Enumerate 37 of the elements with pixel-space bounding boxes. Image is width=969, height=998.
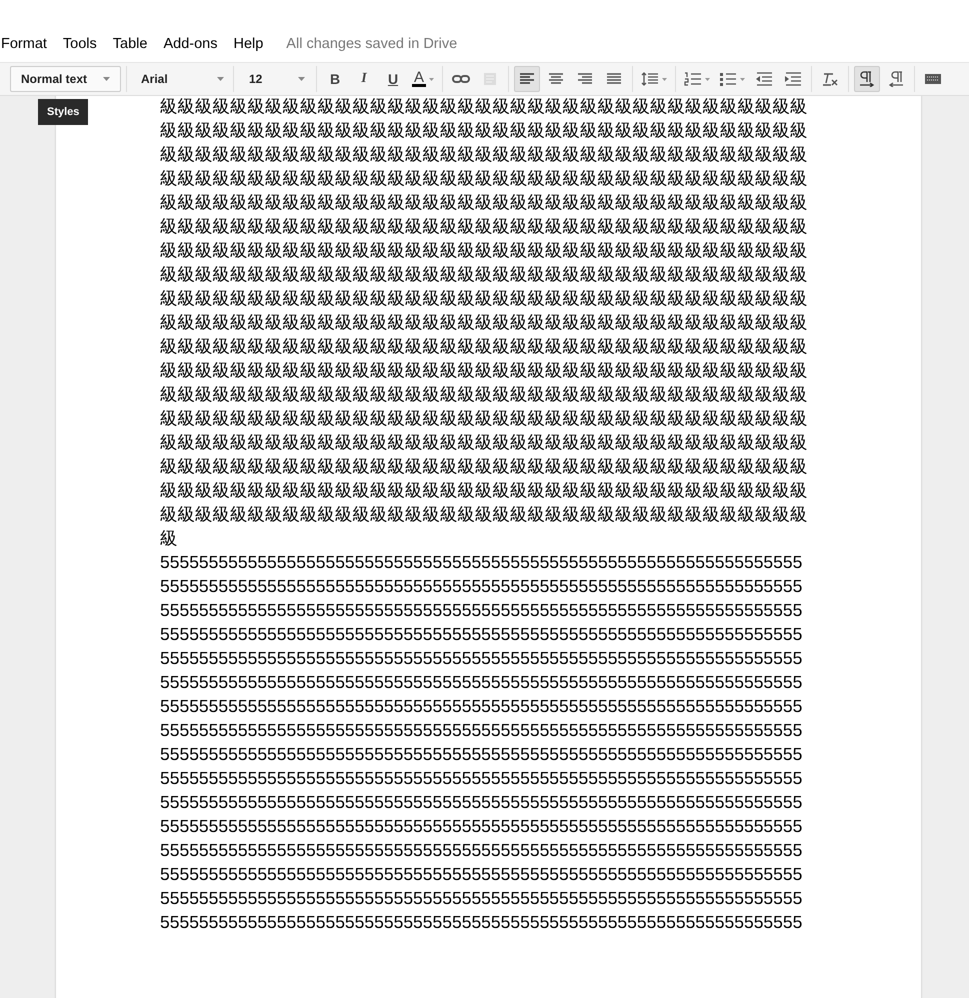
rtl-icon <box>887 71 906 87</box>
caret-icon <box>705 78 710 80</box>
paragraph: 級級級級級級級級級級級級級級級級級級級級級級級級級級級級級級級級級級級級級 級級級級級級級級級級級級級級級級級級級級級級級級級級級級級級級級級級級級級 級級級級級級級級級級級級級級級級級級級級級級級級級級級級級級級級級級級級級 級級級級級級級級級級級級級級級級級級級級級級級級級級級級級級級級級級級級級 級級級級級級級級級級級級級級級級級級級級級級級級級級級級級級級級級級級級級 級級級級級級級級級級級級級級級級級級級級級級級級級級級級級級級級級級級級級 級級級級級級級級級級級級級級級級級級級級級級級級級級級級級級級級級級級級級 級級級級級級級級級級級級級級級級級級級級級級級級級級級級級級級級級級級級級 級級級級級級級級級級級級級級級級級級級級級級級級級級級級級級級級級級級級級 級級級級級級級級級級級級級級級級級級級級級級級級級級級級級級級級級級級級級 級級級級級級級級級級級級級級級級級級級級級級級級級級級級級級級級級級級級級 級級級級級級級級級級級級級級級級級級級級級級級級級級級級級級級級級級級級級 級級級級級級級級級級級級級級級級級級級級級級級級級級級級級級級級級級級級級 級級級級級級級級級級級級級級級級級級級級級級級級級級級級級級級級級級級級級 級級級級級級級級級級級級級級級級級級級級級級級級級級級級級級級級級級級級級 級級級級級級級級級級級級級級級級級級級級級級級級級級級級級級級級級級級級級 級級級級級級級級級級級級級級級級級級級級級級級級級級級級級級級級級級級級級 級級級級級級級級級級級級級級級級級級級級級級級級級級級級級級級級級級級級級 級 <box>160 96 808 550</box>
caret-icon <box>662 78 668 80</box>
align-left-icon <box>518 71 536 87</box>
caret-icon <box>429 78 434 80</box>
align-left-button[interactable] <box>514 66 540 92</box>
numbered-list-icon <box>684 71 702 87</box>
menu-item[interactable]: Format <box>1 36 55 52</box>
bold-button[interactable]: B <box>322 66 348 92</box>
save-status: All changes saved in Drive <box>286 36 458 52</box>
line-spacing-icon <box>641 71 660 87</box>
caret-icon <box>217 77 224 81</box>
indent-icon <box>784 71 802 87</box>
italic-button[interactable]: I <box>351 66 377 92</box>
tooltip: Styles <box>38 99 88 125</box>
keyboard-icon <box>924 71 942 87</box>
caret-icon <box>103 77 110 81</box>
font-dropdown[interactable]: Arial <box>132 66 228 92</box>
align-right-icon <box>576 71 594 87</box>
ltr-icon <box>858 71 876 87</box>
font-size-dropdown[interactable]: 12 <box>239 66 311 92</box>
paragraph: 555555555555555555555555555555555555555555555555555555555555555555 555555555555555555555555555555555555555555555555555555555555555555 555555555555555555555555555555555555555555555555555555555555555555 555555555555555555555555555555555555555555555555555555555555555555 555555555555555555555555555555555555555555555555555555555555555555 555555555555555555555555555555555555555555555555555555555555555555 555555555555555555555555555555555555555555555555555555555555555555 555555555555555555555555555555555555555555555555555555555555555555 555555555555555555555555555555555555555555555555555555555555555555 555555555555555555555555555555555555555555555555555555555555555555 555555555555555555555555555555555555555555555555555555555555555555 555555555555555555555555555555555555555555555555555555555555555555 555555555555555555555555555555555555555555555555555555555555555555 555555555555555555555555555555555555555555555555555555555555555555 555555555555555555555555555555555555555555555555555555555555555555 555555555555555555555555555555555555555555555555555555555555555555 <box>160 551 804 934</box>
align-center-icon <box>547 71 566 87</box>
text-color-button[interactable]: A <box>409 66 438 92</box>
menu-item[interactable]: Table <box>104 36 156 52</box>
caret-icon <box>740 78 746 80</box>
left-to-right-button[interactable] <box>854 66 880 92</box>
justify-icon <box>605 71 624 87</box>
clear-format-icon <box>821 71 840 87</box>
menu-item[interactable]: Help <box>225 36 272 52</box>
underline-button[interactable]: U <box>380 66 406 92</box>
outdent-icon <box>755 71 774 87</box>
bulleted-list-icon <box>719 71 738 87</box>
menu-item[interactable]: Tools <box>54 36 105 52</box>
menu-item[interactable]: Add-ons <box>155 36 226 52</box>
caret-icon <box>298 77 305 81</box>
